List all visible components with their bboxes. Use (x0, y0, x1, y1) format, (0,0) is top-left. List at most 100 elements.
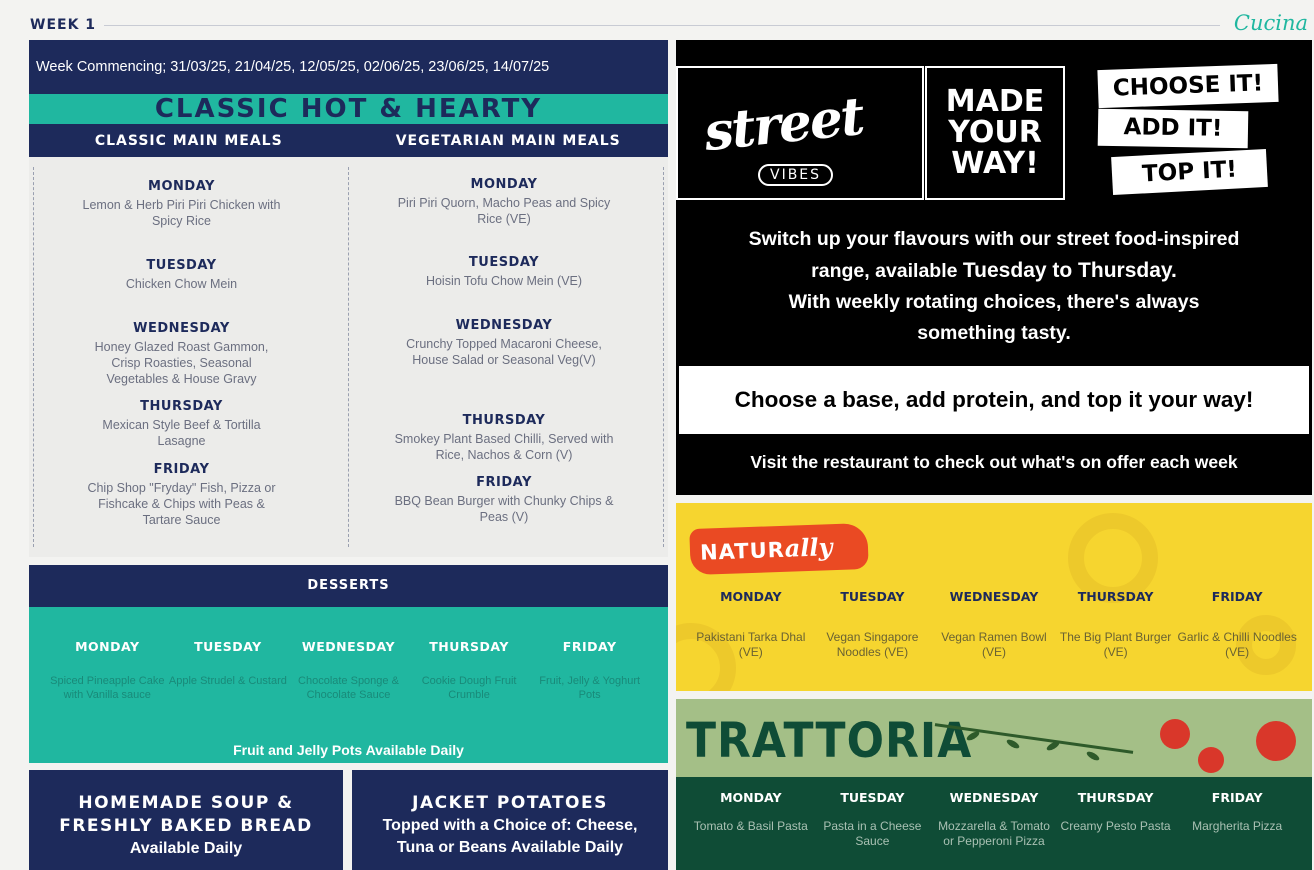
day-label: THURSDAY (1077, 589, 1154, 604)
soup-line1: HOMEMADE SOUP & (78, 793, 294, 813)
item-text: Garlic & Chilli Noodles (VE) (1177, 630, 1297, 659)
tomato-icon (1160, 719, 1190, 749)
dessert-text: Cookie Dough Fruit Crumble (421, 675, 517, 701)
choose-strip: Choose a base, add protein, and top it y… (679, 366, 1309, 434)
desserts-title: DESSERTS (29, 565, 668, 607)
veg-thursday: THURSDAY Smokey Plant Based Chilli, Serv… (394, 413, 614, 463)
day-label: MONDAY (720, 790, 782, 805)
trattoria-banner: TRATTORIA (676, 699, 1312, 777)
copy-line: Switch up your flavours with our street … (748, 228, 1240, 250)
trattoria-friday: FRIDAY Margherita Pizza (1176, 790, 1298, 849)
naturally-thursday: THURSDAY The Big Plant Burger (VE) (1055, 589, 1177, 660)
tomato-icon (1198, 747, 1224, 773)
dessert-text: Spiced Pineapple Cake with Vanilla sauce (50, 675, 165, 701)
day-label: TUESDAY (840, 589, 905, 604)
leaf-icon (1005, 737, 1021, 751)
day-label: FRIDAY (1211, 589, 1263, 604)
copy-line: range, available Tuesday to Thursday. (696, 255, 1292, 287)
classic-title: CLASSIC HOT & HEARTY (29, 94, 668, 124)
item-text: Pakistani Tarka Dhal (VE) (696, 630, 806, 659)
meal-text: Crunchy Topped Macaroni Cheese, House Sa… (406, 337, 602, 367)
meal-text: Chicken Chow Mein (125, 277, 238, 291)
trattoria-wednesday: WEDNESDAY Mozzarella & Tomato or Pepperon… (933, 790, 1055, 849)
veg-monday: MONDAY Piri Piri Quorn, Macho Peas and S… (394, 177, 614, 227)
tag-add: ADD IT! (1097, 108, 1249, 149)
classic-friday: FRIDAY Chip Shop "Fryday" Fish, Pizza or… (79, 462, 284, 528)
day-label: MONDAY (720, 589, 782, 604)
day-label: THURSDAY (1077, 790, 1154, 805)
classic-main-header: CLASSIC MAIN MEALS (94, 133, 283, 149)
trattoria-days: MONDAY Tomato & Basil Pasta TUESDAY Pasta … (676, 790, 1312, 849)
meal-text: Lemon & Herb Piri Piri Chicken with Spic… (82, 198, 281, 228)
dessert-wednesday: WEDNESDAY Chocolate Sponge & Chocolate Sa… (288, 639, 409, 702)
item-text: Vegan Singapore Noodles (VE) (826, 630, 919, 659)
jacket-title: JACKET POTATOES (412, 793, 608, 813)
day-label: FRIDAY (153, 462, 210, 477)
veg-friday: FRIDAY BBQ Bean Burger with Chunky Chips… (394, 475, 614, 525)
dessert-text: Chocolate Sponge & Chocolate Sauce (298, 675, 399, 701)
jacket-box: JACKET POTATOES Topped with a Choice of:… (352, 770, 668, 870)
day-label: WEDNESDAY (455, 318, 553, 333)
visit-text: Visit the restaurant to check out what's… (750, 452, 1238, 472)
soup-sub: Available Daily (129, 840, 243, 857)
item-text: Pasta in a Cheese Sauce (823, 819, 922, 848)
logo-word: street (701, 85, 866, 164)
divider-right (663, 167, 664, 547)
dessert-text: Apple Strudel & Custard (168, 675, 287, 687)
made-your-way: MADE YOUR WAY! (925, 66, 1065, 200)
soup-box: HOMEMADE SOUP & FRESHLY BAKED BREAD Avai… (29, 770, 343, 870)
street-vibes-panel: street VIBES MADE YOUR WAY! CHOOSE IT! A… (676, 40, 1312, 495)
trattoria-title: TRATTORIA (686, 713, 973, 770)
street-copy: Switch up your flavours with our street … (696, 224, 1292, 349)
jacket-sub2: Tuna or Beans Available Daily (396, 839, 624, 856)
copy-text: range, available (811, 260, 963, 282)
meal-text: BBQ Bean Burger with Chunky Chips & Peas… (394, 494, 614, 524)
copy-emphasis: Tuesday to Thursday. (962, 259, 1177, 282)
badge-script: ally (784, 532, 833, 563)
header-divider (104, 25, 1220, 26)
logo-sub: VIBES (758, 164, 834, 186)
classic-monday: MONDAY Lemon & Herb Piri Piri Chicken wi… (79, 179, 284, 229)
copy-line: something tasty. (917, 322, 1071, 344)
dessert-text: Fruit, Jelly & Yoghurt Pots (539, 675, 641, 701)
naturally-friday: FRIDAY Garlic & Chilli Noodles (VE) (1176, 589, 1298, 660)
meal-text: Chip Shop "Fryday" Fish, Pizza or Fishca… (87, 481, 276, 527)
day-label: TUESDAY (840, 790, 905, 805)
naturally-monday: MONDAY Pakistani Tarka Dhal (VE) (690, 589, 812, 660)
tag-choose: CHOOSE IT! (1097, 63, 1279, 109)
naturally-wednesday: WEDNESDAY Vegan Ramen Bowl (VE) (933, 589, 1055, 660)
item-text: Mozzarella & Tomato or Pepperoni Pizza (938, 819, 1050, 848)
classic-tuesday: TUESDAY Chicken Chow Mein (79, 258, 284, 292)
meal-text: Honey Glazed Roast Gammon, Crisp Roastie… (94, 340, 269, 386)
dessert-friday: FRIDAY Fruit, Jelly & Yoghurt Pots (529, 639, 650, 702)
day-label: THURSDAY (140, 399, 223, 414)
item-text: Creamy Pesto Pasta (1060, 819, 1171, 833)
dessert-monday: MONDAY Spiced Pineapple Cake with Vanilla… (47, 639, 168, 702)
veg-tuesday: TUESDAY Hoisin Tofu Chow Mein (VE) (394, 255, 614, 289)
day-label: WEDNESDAY (133, 321, 230, 336)
day-label: FRIDAY (476, 475, 532, 490)
naturally-days: MONDAY Pakistani Tarka Dhal (VE) TUESDAY V… (676, 589, 1312, 660)
dessert-tuesday: TUESDAY Apple Strudel & Custard (168, 639, 289, 702)
naturally-badge: NATURally (689, 522, 869, 576)
trattoria-thursday: THURSDAY Creamy Pesto Pasta (1055, 790, 1177, 849)
day-label: FRIDAY (1211, 790, 1263, 805)
day-label: TUESDAY (194, 639, 262, 654)
day-label: TUESDAY (146, 258, 217, 273)
item-text: Margherita Pizza (1192, 819, 1283, 833)
veg-main-header: VEGETARIAN MAIN MEALS (395, 133, 621, 149)
day-label: MONDAY (148, 179, 215, 194)
street-vibes-logo: street VIBES (676, 66, 924, 200)
day-label: THURSDAY (462, 413, 546, 428)
day-label: FRIDAY (562, 639, 617, 654)
trattoria-panel: TRATTORIA MONDAY Tomato & Basil Pasta TUE… (676, 699, 1312, 870)
veg-wednesday: WEDNESDAY Crunchy Topped Macaroni Cheese… (394, 318, 614, 368)
week-commencing-bar: Week Commencing; 31/03/25, 21/04/25, 12/… (29, 40, 668, 94)
item-text: The Big Plant Burger (VE) (1059, 630, 1172, 659)
main-meals-panel: MONDAY Lemon & Herb Piri Piri Chicken wi… (29, 157, 668, 557)
brand-logo: Cucina (1233, 11, 1308, 35)
made-line: YOUR (948, 115, 1042, 150)
desserts-footer: Fruit and Jelly Pots Available Daily (233, 742, 464, 758)
item-text: Vegan Ramen Bowl (VE) (941, 630, 1047, 659)
day-label: TUESDAY (468, 255, 540, 270)
